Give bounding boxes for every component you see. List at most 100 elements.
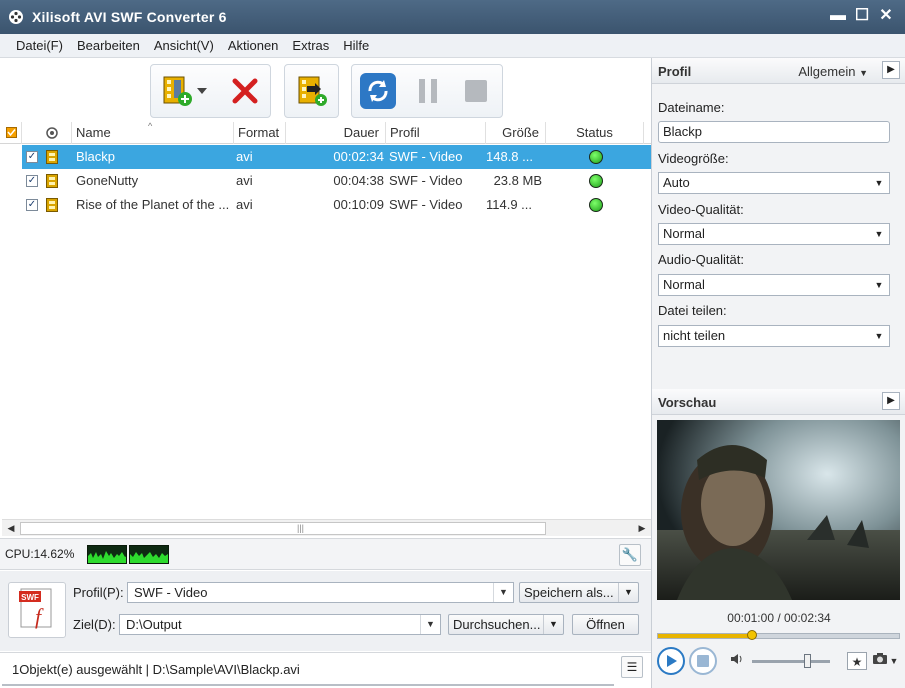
chevron-down-icon[interactable]: ▼: [888, 652, 900, 670]
minimize-button[interactable]: ▬: [829, 6, 847, 26]
video-size-select[interactable]: Auto ▼: [658, 172, 890, 194]
close-window-button[interactable]: ✕: [877, 6, 895, 26]
duration-column-label: Dauer: [343, 125, 379, 140]
chevron-down-icon: ▼: [493, 583, 513, 602]
volume-handle[interactable]: [804, 654, 812, 668]
chevron-down-icon[interactable]: ▼: [618, 583, 638, 602]
wrench-icon: 🔧: [621, 547, 639, 562]
audio-quality-select[interactable]: Normal ▼: [658, 274, 890, 296]
status-bar: 1Objekt(e) ausgewählt | D:\Sample\AVI\Bl…: [0, 652, 651, 688]
play-button[interactable]: [657, 647, 685, 675]
menu-aktionen[interactable]: Aktionen: [224, 38, 289, 53]
snapshot-folder-button[interactable]: ★: [847, 652, 867, 670]
row-checkbox[interactable]: ✓: [26, 199, 38, 211]
right-panel: Profil Allgemein ▼ ▶ Dateiname: Blackp V…: [651, 58, 905, 688]
audio-quality-label: Audio-Qualität:: [658, 252, 744, 267]
browse-button[interactable]: Durchsuchen... ▼: [448, 614, 564, 635]
swf-format-icon[interactable]: SWF f: [8, 582, 66, 638]
split-file-label: Datei teilen:: [658, 303, 727, 318]
video-file-icon: [46, 198, 58, 212]
add-file-dropdown[interactable]: [195, 73, 209, 109]
save-as-button[interactable]: Speichern als... ▼: [519, 582, 639, 603]
split-file-select[interactable]: nicht teilen ▼: [658, 325, 890, 347]
open-label: Öffnen: [586, 617, 625, 632]
stop-button[interactable]: [458, 73, 494, 109]
title-bar: Xilisoft AVI SWF Converter 6 ▬ ☐ ✕: [0, 0, 905, 34]
convert-video-icon: [298, 76, 327, 106]
name-column-header[interactable]: Name ^: [72, 121, 234, 144]
profile-column-header[interactable]: Profil: [386, 122, 486, 144]
filename-input[interactable]: Blackp: [658, 121, 890, 143]
file-duration: 00:10:09: [333, 197, 384, 212]
video-preview: [657, 420, 900, 600]
status-column-header[interactable]: Status: [546, 122, 644, 144]
size-column-header[interactable]: Größe: [486, 122, 546, 144]
status-text: 1Objekt(e) ausgewählt | D:\Sample\AVI\Bl…: [12, 662, 300, 677]
file-size: 148.8 ...: [486, 149, 533, 164]
file-profile: SWF - Video: [389, 149, 463, 164]
video-file-icon: [46, 150, 58, 164]
expand-arrow-icon[interactable]: ▶: [882, 392, 900, 410]
preview-panel-header: Vorschau ▶: [652, 389, 905, 415]
save-as-label: Speichern als...: [524, 585, 614, 600]
chevron-down-icon: ▼: [420, 615, 440, 634]
chevron-down-icon: ▼: [859, 68, 868, 78]
menu-ansicht[interactable]: Ansicht(V): [150, 38, 224, 53]
table-row[interactable]: ✓ Rise of the Planet of the ... avi 00:1…: [22, 193, 651, 217]
scroll-thumb[interactable]: |||: [20, 522, 546, 535]
grip-icon: |||: [297, 523, 305, 533]
type-column-header[interactable]: [22, 122, 72, 144]
expand-arrow-icon[interactable]: ▶: [882, 61, 900, 79]
menu-datei[interactable]: Datei(F): [0, 38, 73, 53]
horizontal-scrollbar[interactable]: ◀ ||| ▶: [2, 519, 651, 536]
menu-bar: Datei(F) Bearbeiten Ansicht(V) Aktionen …: [0, 34, 905, 58]
maximize-button[interactable]: ☐: [853, 6, 871, 26]
pause-button[interactable]: [410, 73, 446, 109]
row-checkbox[interactable]: ✓: [26, 151, 38, 163]
scroll-left-icon[interactable]: ◀: [4, 522, 18, 535]
scroll-right-icon[interactable]: ▶: [635, 522, 649, 535]
volume-icon[interactable]: [727, 652, 747, 670]
table-row[interactable]: ✓ GoneNutty avi 00:04:38 SWF - Video 23.…: [22, 169, 651, 193]
status-ready-icon: [589, 150, 603, 164]
profile-label: Profil(P):: [73, 585, 124, 600]
profile-mode-select[interactable]: Allgemein ▼: [798, 64, 868, 79]
file-list: ✓ Blackp avi 00:02:34 SWF - Video 148.8 …: [0, 145, 651, 519]
cpu-graph-1: [87, 545, 127, 564]
menu-bearbeiten[interactable]: Bearbeiten: [73, 38, 150, 53]
seek-bar[interactable]: [657, 630, 900, 640]
menu-extras[interactable]: Extras: [288, 38, 339, 53]
volume-slider[interactable]: [752, 660, 830, 663]
convert-button[interactable]: [360, 73, 396, 109]
file-size: 23.8 MB: [493, 173, 542, 188]
log-button[interactable]: ☰: [621, 656, 643, 678]
destination-label: Ziel(D):: [73, 617, 116, 632]
seek-handle[interactable]: [746, 630, 757, 640]
duration-column-header[interactable]: Dauer: [286, 122, 386, 144]
remove-button[interactable]: [227, 73, 263, 109]
snapshot-button[interactable]: [870, 652, 890, 670]
file-format: avi: [236, 173, 253, 188]
settings-button[interactable]: 🔧: [619, 544, 641, 566]
format-column-header[interactable]: Format: [234, 122, 286, 144]
profile-panel-header: Profil Allgemein ▼ ▶: [652, 58, 905, 84]
row-checkbox[interactable]: ✓: [26, 175, 38, 187]
menu-hilfe[interactable]: Hilfe: [339, 38, 379, 53]
select-all-checkbox[interactable]: [0, 122, 22, 144]
add-file-button[interactable]: [159, 73, 195, 109]
profile-panel-title: Profil: [658, 64, 692, 79]
window-title: Xilisoft AVI SWF Converter 6: [32, 9, 227, 25]
video-size-label: Videogröße:: [658, 151, 729, 166]
stop-preview-button[interactable]: [689, 647, 717, 675]
add-output-button[interactable]: [294, 73, 330, 109]
open-button[interactable]: Öffnen: [572, 614, 639, 635]
table-row[interactable]: ✓ Blackp avi 00:02:34 SWF - Video 148.8 …: [22, 145, 651, 169]
pause-icon: [419, 79, 437, 103]
destination-select[interactable]: D:\Output ▼: [119, 614, 441, 635]
video-size-value: Auto: [663, 175, 690, 190]
conversion-toolbar-group: [351, 64, 503, 118]
video-quality-select[interactable]: Normal ▼: [658, 223, 890, 245]
profile-select[interactable]: SWF - Video ▼: [127, 582, 514, 603]
chevron-down-icon[interactable]: ▼: [543, 615, 563, 634]
target-icon: [46, 127, 58, 139]
